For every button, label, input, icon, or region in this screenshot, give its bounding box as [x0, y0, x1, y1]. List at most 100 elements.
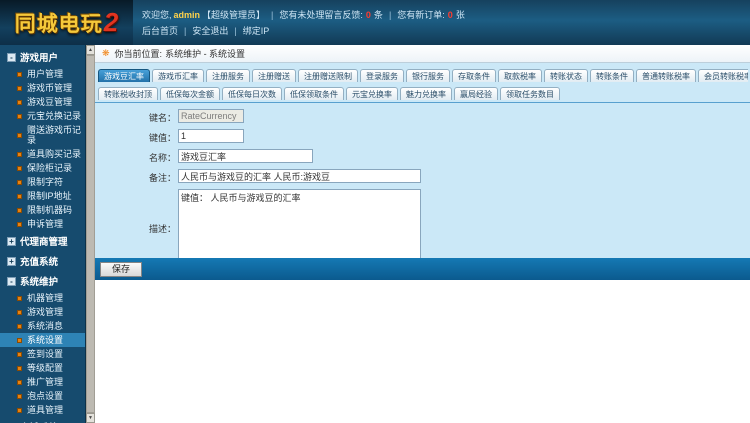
sidebar-item[interactable]: 游戏豆管理: [0, 95, 85, 109]
sidebar-item-label: 保险柜记录: [27, 163, 72, 173]
name-label: 名称：: [94, 149, 176, 164]
sidebar-scrollbar[interactable]: ▲ ▼: [85, 45, 94, 423]
collapse-icon: -: [7, 53, 16, 62]
bullet-icon: [17, 366, 22, 371]
sidebar-item-label: 元宝兑换记录: [27, 111, 81, 121]
sidebar-section-label: 游戏用户: [20, 50, 58, 64]
tab-button[interactable]: 魅力兑换率: [400, 87, 452, 100]
sidebar-item[interactable]: 元宝兑换记录: [0, 109, 85, 123]
tab-button[interactable]: 存取条件: [452, 69, 496, 82]
key-value-input[interactable]: [178, 129, 244, 143]
bullet-icon: [17, 133, 22, 138]
link-safe-logout[interactable]: 安全退出: [192, 26, 228, 36]
remark-input[interactable]: [178, 169, 421, 183]
bullet-icon: [17, 86, 22, 91]
logo-version: 2: [104, 7, 118, 38]
tab-button[interactable]: 元宝兑换率: [346, 87, 398, 100]
scroll-up-button[interactable]: ▲: [86, 45, 95, 55]
sidebar-menu: -游戏用户用户管理游戏币管理游戏豆管理元宝兑换记录赠送游戏币记录道具购买记录保险…: [0, 45, 85, 423]
form-row-key-name: 键名：: [94, 109, 750, 124]
tab-button[interactable]: 赢局经验: [454, 87, 498, 100]
sidebar-section-label: 代理商管理: [20, 234, 68, 248]
tab-button[interactable]: 游戏豆汇率: [98, 69, 150, 82]
tab-button[interactable]: 转账条件: [590, 69, 634, 82]
sidebar-item[interactable]: 赠送游戏币记录: [0, 123, 85, 147]
sidebar-item-label: 用户管理: [27, 69, 63, 79]
sidebar-item[interactable]: 推广管理: [0, 375, 85, 389]
bullet-icon: [17, 180, 22, 185]
sidebar-item[interactable]: 系统设置: [0, 333, 85, 347]
link-backend-home[interactable]: 后台首页: [142, 26, 178, 36]
sidebar-section-toggle[interactable]: -游戏用户: [0, 47, 85, 67]
tab-button[interactable]: 注册赠送限制: [298, 69, 358, 82]
sidebar-item[interactable]: 道具购买记录: [0, 147, 85, 161]
sidebar-item[interactable]: 系统消息: [0, 319, 85, 333]
sidebar-item-label: 游戏币管理: [27, 83, 72, 93]
bullet-icon: [17, 114, 22, 119]
sidebar-item[interactable]: 保险柜记录: [0, 161, 85, 175]
remark-label: 备注：: [94, 169, 176, 184]
tab-button[interactable]: 游戏币汇率: [152, 69, 204, 82]
expand-icon: +: [7, 237, 16, 246]
sidebar-item-label: 等级配置: [27, 363, 63, 373]
body-wrap: -游戏用户用户管理游戏币管理游戏豆管理元宝兑换记录赠送游戏币记录道具购买记录保险…: [0, 45, 750, 423]
sidebar-item[interactable]: 游戏管理: [0, 305, 85, 319]
sidebar-item-label: 限制字符: [27, 177, 63, 187]
sidebar-item[interactable]: 道具管理: [0, 403, 85, 417]
logo-text: 同城电玩: [15, 8, 103, 38]
sidebar-item-label: 泡点设置: [27, 391, 63, 401]
sidebar-item[interactable]: 限制IP地址: [0, 189, 85, 203]
sidebar-item[interactable]: 用户管理: [0, 67, 85, 81]
scroll-down-button[interactable]: ▼: [86, 413, 95, 423]
tab-button[interactable]: 普通转账税率: [636, 69, 696, 82]
sidebar-section-toggle[interactable]: + 代理商管理: [0, 231, 85, 251]
save-button[interactable]: 保存: [100, 262, 142, 277]
tab-button[interactable]: 转账税收封顶: [98, 87, 158, 100]
tab-button[interactable]: 银行服务: [406, 69, 450, 82]
description-textarea[interactable]: 键值： 人民币与游戏豆的汇率: [178, 189, 421, 258]
header-info: 欢迎您,admin【超级管理员】|您有未处理留言反馈:0条|您有新订单:0张 后…: [142, 7, 465, 39]
orders-label: 您有新订单:: [397, 10, 445, 20]
sidebar-item-label: 游戏豆管理: [27, 97, 72, 107]
orders-count: 0: [448, 10, 453, 20]
scrollbar-thumb[interactable]: [86, 55, 95, 413]
form-row-key-value: 键值：: [94, 129, 750, 144]
sidebar-section-label: 系统维护: [20, 274, 58, 288]
key-name-input: [178, 109, 244, 123]
sidebar-item[interactable]: 签到设置: [0, 347, 85, 361]
sidebar-item[interactable]: 限制机器码: [0, 203, 85, 217]
name-input[interactable]: [178, 149, 313, 163]
bullet-icon: [17, 338, 22, 343]
tabs-row2: 转账税收封顶低保每次金额低保每日次数低保领取条件元宝兑换率魅力兑换率赢局经验领取…: [98, 84, 748, 100]
tab-button[interactable]: 取款税率: [498, 69, 542, 82]
sidebar-item[interactable]: 限制字符: [0, 175, 85, 189]
tab-button[interactable]: 注册赠送: [252, 69, 296, 82]
expand-icon: +: [7, 257, 16, 266]
bullet-icon: [17, 194, 22, 199]
link-bind-ip[interactable]: 绑定IP: [243, 26, 270, 36]
sidebar-item[interactable]: 游戏币管理: [0, 81, 85, 95]
sidebar-item[interactable]: 等级配置: [0, 361, 85, 375]
welcome-line: 欢迎您,admin【超级管理员】|您有未处理留言反馈:0条|您有新订单:0张: [142, 7, 465, 23]
sidebar-section-toggle[interactable]: +商城系统: [0, 417, 85, 423]
sidebar-item[interactable]: 机器管理: [0, 291, 85, 305]
tab-button[interactable]: 低保每次金额: [160, 87, 220, 100]
tab-button[interactable]: 低保每日次数: [222, 87, 282, 100]
sidebar-section-toggle[interactable]: +充值系统: [0, 251, 85, 271]
tab-button[interactable]: 登录服务: [360, 69, 404, 82]
bullet-icon: [17, 310, 22, 315]
sidebar-item[interactable]: 申诉管理: [0, 217, 85, 231]
tab-button[interactable]: 会员转账税率: [698, 69, 748, 82]
tab-button[interactable]: 转账状态: [544, 69, 588, 82]
description-label: 描述：: [94, 222, 176, 235]
breadcrumb-icon: ❋: [102, 48, 110, 59]
save-bar: 保存: [94, 258, 750, 280]
tab-button[interactable]: 低保领取条件: [284, 87, 344, 100]
orders-unit: 张: [456, 10, 465, 20]
tab-button[interactable]: 领取任务数目: [500, 87, 560, 100]
sidebar-section-toggle[interactable]: -系统维护: [0, 271, 85, 291]
tab-button[interactable]: 注册服务: [206, 69, 250, 82]
sidebar-item[interactable]: 泡点设置: [0, 389, 85, 403]
sidebar-item-label: 赠送游戏币记录: [27, 125, 85, 145]
sidebar-item-label: 道具管理: [27, 405, 63, 415]
